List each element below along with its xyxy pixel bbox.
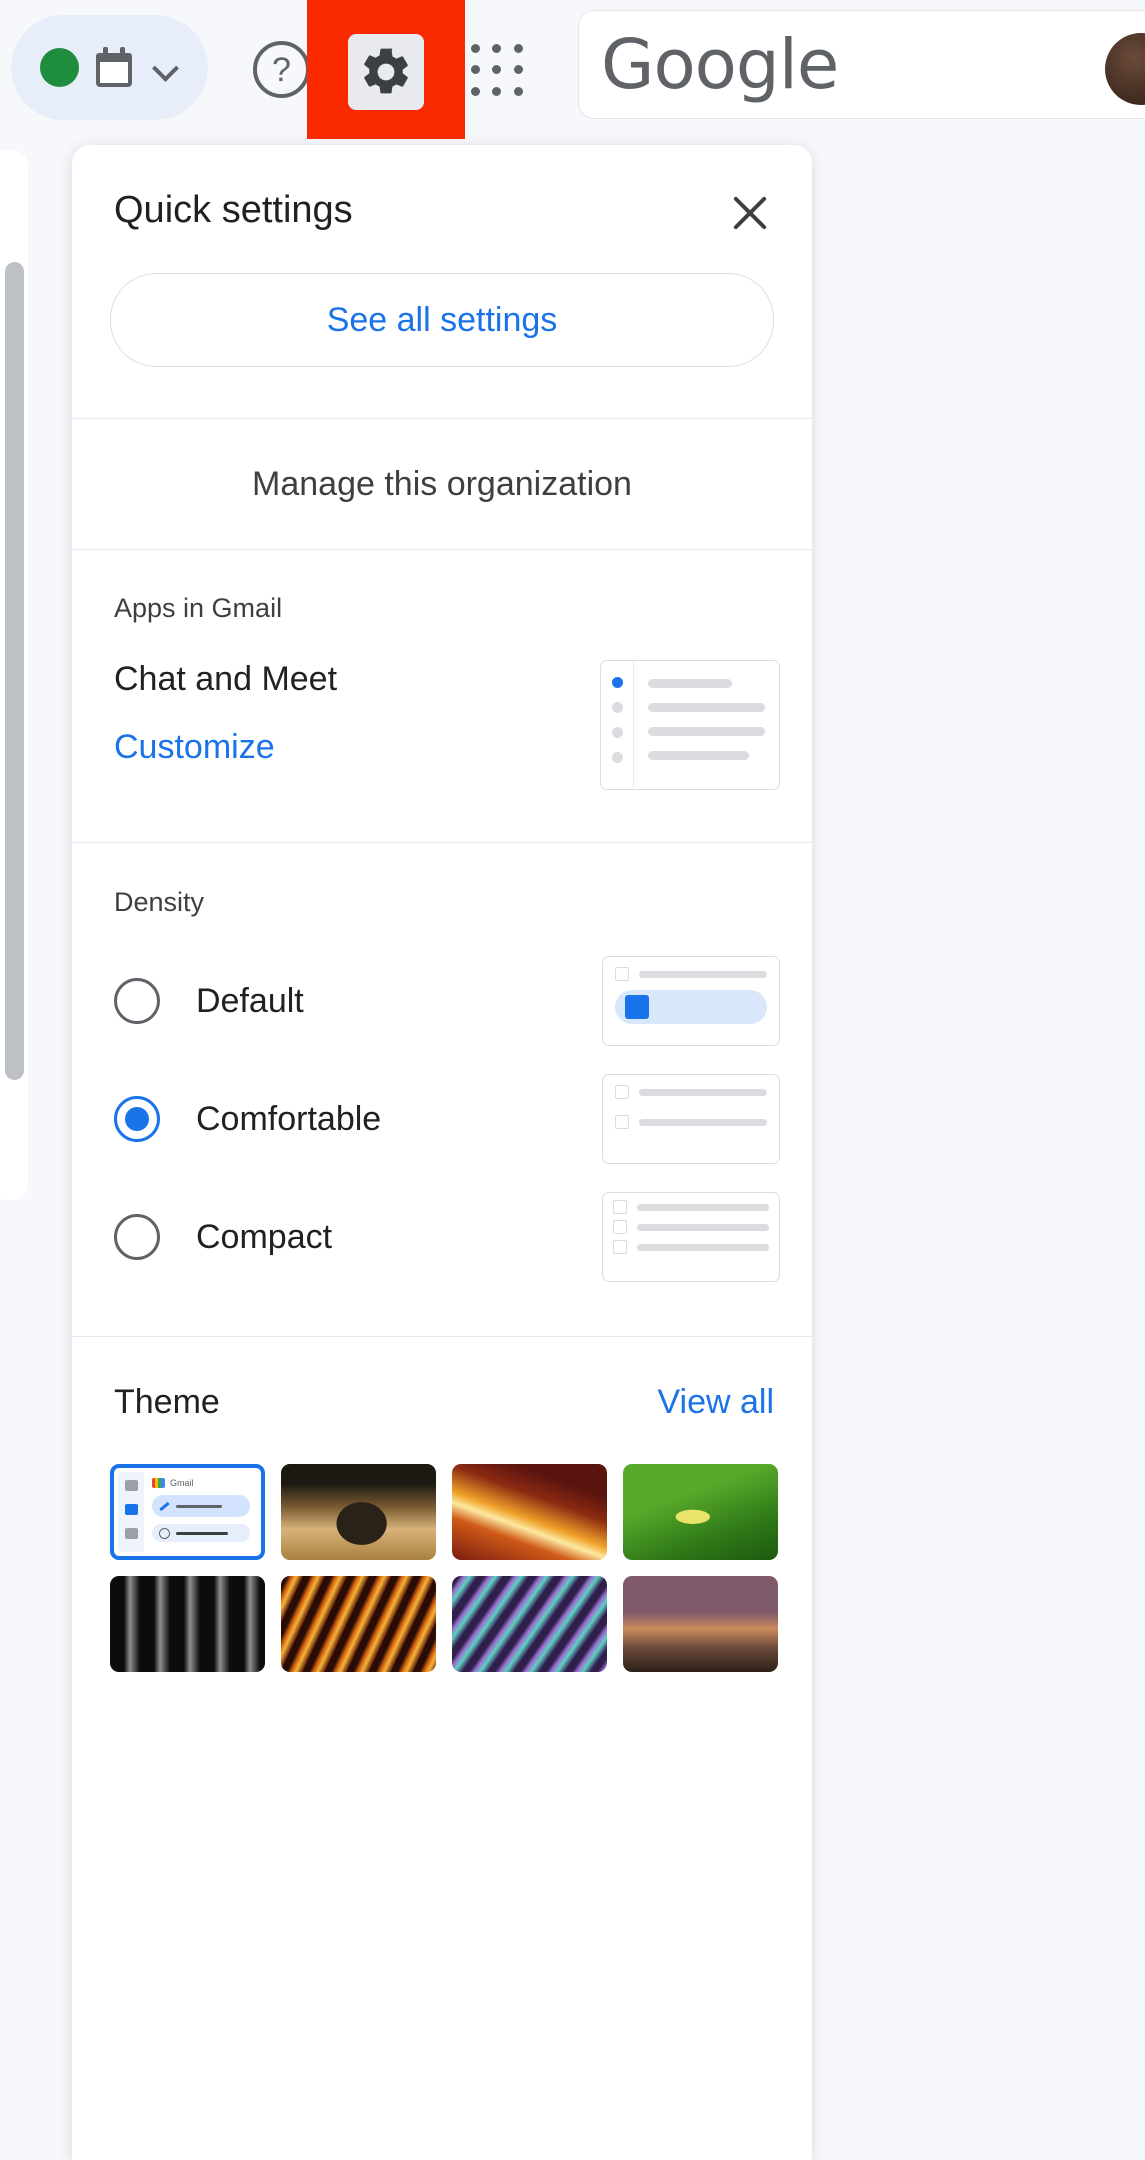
top-bar: ? Google — [0, 0, 1145, 139]
apps-section-label: Apps in Gmail — [72, 593, 812, 624]
theme-fire-texture[interactable] — [281, 1576, 436, 1672]
mini-brand-label: Gmail — [170, 1478, 194, 1488]
theme-section: Theme View all Gmail — [72, 1337, 812, 1672]
close-icon[interactable] — [730, 193, 770, 233]
google-search-box[interactable]: Google — [578, 10, 1145, 119]
theme-canyon[interactable] — [452, 1464, 607, 1560]
chevron-down-icon[interactable] — [153, 55, 179, 81]
calendar-icon — [96, 47, 136, 89]
theme-section-label: Theme — [114, 1383, 220, 1422]
help-circle-icon[interactable]: ? — [253, 41, 310, 98]
theme-thumbnail-grid: Gmail — [72, 1422, 812, 1672]
manage-organization-button[interactable]: Manage this organization — [72, 419, 812, 549]
radio-compact[interactable] — [114, 1214, 160, 1260]
settings-highlight-box — [307, 0, 465, 139]
view-all-themes-link[interactable]: View all — [657, 1383, 774, 1422]
gear-icon[interactable] — [348, 34, 424, 110]
density-option-comfortable[interactable]: Comfortable — [114, 1060, 780, 1178]
gear-glyph — [358, 44, 414, 100]
status-pill[interactable] — [11, 15, 208, 120]
density-preview-compact — [602, 1192, 780, 1282]
gmail-logo-icon — [152, 1478, 165, 1488]
density-section: Density Default Comfortable — [72, 843, 812, 1336]
green-status-dot — [40, 48, 79, 87]
density-label-default: Default — [196, 982, 304, 1021]
quick-settings-panel: Quick settings See all settings Manage t… — [72, 145, 812, 2160]
density-section-label: Density — [72, 887, 812, 918]
density-preview-default — [602, 956, 780, 1046]
page-title: Quick settings — [114, 189, 353, 232]
preview-rail — [601, 661, 633, 789]
theme-default-light[interactable]: Gmail — [110, 1464, 265, 1560]
density-label-comfortable: Comfortable — [196, 1100, 381, 1139]
apps-grid-icon[interactable] — [469, 42, 525, 98]
density-label-compact: Compact — [196, 1218, 332, 1257]
density-preview-comfortable — [602, 1074, 780, 1164]
chat-meet-preview-thumbnail[interactable] — [600, 660, 780, 790]
chat-and-meet-label: Chat and Meet — [114, 660, 337, 699]
density-option-compact[interactable]: Compact — [114, 1178, 780, 1296]
theme-chess[interactable] — [281, 1464, 436, 1560]
theme-leaf-caterpillar[interactable] — [623, 1464, 778, 1560]
theme-dusk-landscape[interactable] — [623, 1576, 778, 1672]
radio-default[interactable] — [114, 978, 160, 1024]
panel-header: Quick settings — [72, 145, 812, 273]
see-all-settings-button[interactable]: See all settings — [110, 273, 774, 367]
chat-and-meet-row: Chat and Meet Customize — [72, 624, 812, 790]
density-option-default[interactable]: Default — [114, 942, 780, 1060]
google-wordmark: Google — [601, 25, 838, 105]
help-question-glyph: ? — [253, 41, 310, 98]
radio-comfortable[interactable] — [114, 1096, 160, 1142]
customize-link[interactable]: Customize — [114, 728, 337, 767]
theme-metal-spheres[interactable] — [110, 1576, 265, 1672]
preview-lines — [633, 661, 779, 789]
scrollbar-thumb[interactable] — [5, 262, 24, 1080]
apps-in-gmail-section: Apps in Gmail Chat and Meet Customize — [72, 550, 812, 790]
theme-purple-beads[interactable] — [452, 1576, 607, 1672]
